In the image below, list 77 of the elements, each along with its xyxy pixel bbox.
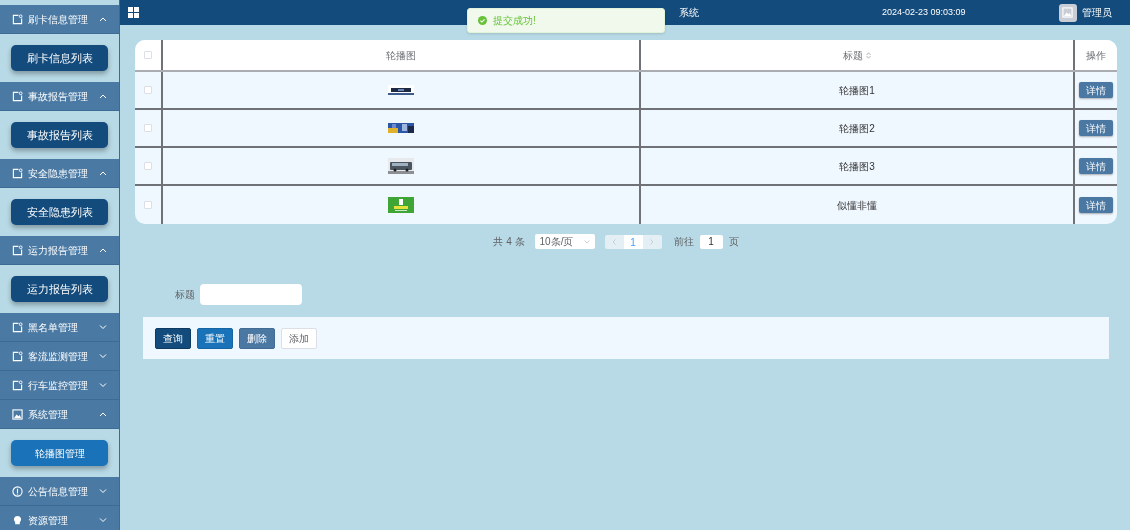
table-cell-text: 轮播图3	[839, 159, 875, 174]
sidebar-group[interactable]: 客流监测管理	[0, 342, 119, 371]
sort-icon[interactable]	[866, 51, 871, 59]
toast-message: 提交成功!	[493, 14, 536, 28]
chevron-up-icon	[99, 170, 107, 176]
sidebar-group[interactable]: 黑名单管理	[0, 313, 119, 342]
edit-icon	[12, 90, 23, 102]
column-header: 操作	[1086, 48, 1106, 63]
sidebar-group[interactable]: 安全隐患管理	[0, 159, 119, 188]
table-cell-text: 轮播图2	[839, 121, 875, 136]
add-button[interactable]: 添加	[281, 327, 317, 349]
total-count: 共 4 条	[493, 235, 525, 249]
submenu-item[interactable]: 事故报告列表	[11, 122, 108, 148]
prev-page-button[interactable]	[604, 234, 624, 249]
info-icon	[12, 485, 23, 497]
goto-page-field[interactable]: 1	[699, 234, 723, 249]
checkbox[interactable]	[144, 201, 152, 209]
detail-button[interactable]: 详情	[1079, 82, 1113, 98]
username: 管理员	[1081, 6, 1112, 20]
edit-icon	[12, 13, 23, 25]
edit-icon	[12, 379, 23, 391]
sidebar-group[interactable]: 公告信息管理	[0, 477, 119, 506]
edit-icon	[12, 244, 23, 256]
reset-button[interactable]: 重置	[197, 327, 233, 349]
column-header[interactable]: 标题	[843, 47, 863, 63]
chevron-left-icon	[612, 238, 617, 245]
sidebar-group[interactable]: 资源管理	[0, 506, 119, 530]
sidebar-group[interactable]: 刷卡信息管理	[0, 5, 119, 34]
goto-label: 前往	[673, 235, 694, 249]
title-label: 标题	[175, 288, 195, 302]
submenu-item[interactable]: 安全隐患列表	[11, 199, 108, 225]
caret-icon	[583, 239, 590, 244]
table-cell-text: 轮播图1	[839, 83, 875, 98]
bulb-icon	[12, 514, 23, 526]
chevron-down-icon	[99, 353, 107, 359]
chevron-down-icon	[99, 488, 107, 494]
chevron-up-icon	[99, 247, 107, 253]
delete-button[interactable]: 删除	[239, 327, 275, 349]
chevron-down-icon	[99, 382, 107, 388]
checkbox[interactable]	[144, 162, 152, 170]
chevron-down-icon	[99, 517, 107, 523]
sidebar-group[interactable]: 事故报告管理	[0, 82, 119, 111]
title-input-field[interactable]	[200, 284, 302, 305]
detail-button[interactable]: 详情	[1079, 120, 1113, 136]
edit-icon	[12, 321, 23, 333]
chevron-up-icon	[99, 411, 107, 417]
submenu-item[interactable]: 运力报告列表	[11, 276, 108, 302]
datetime: 2024-02-23 09:03:09	[882, 5, 966, 19]
edit-icon	[12, 167, 23, 179]
submenu-item[interactable]: 轮播图管理	[11, 440, 108, 466]
column-header: 轮播图	[386, 48, 416, 63]
page-size-select[interactable]: 10条/页	[534, 234, 595, 249]
sidebar-group[interactable]: 系统管理	[0, 400, 119, 429]
sidebar-group[interactable]: 行车监控管理	[0, 371, 119, 400]
chevron-up-icon	[99, 93, 107, 99]
image-icon	[1062, 7, 1074, 18]
check-circle-icon	[478, 16, 487, 25]
chevron-down-icon	[99, 324, 107, 330]
grid-icon[interactable]	[128, 7, 139, 18]
page-button[interactable]: 1	[623, 234, 643, 249]
detail-button[interactable]: 详情	[1079, 197, 1113, 213]
image-icon	[12, 408, 23, 420]
checkbox[interactable]	[144, 86, 152, 94]
system-title: 系统	[679, 6, 699, 20]
checkbox[interactable]	[144, 124, 152, 132]
chevron-up-icon	[99, 16, 107, 22]
avatar[interactable]	[1058, 3, 1077, 22]
submenu-item[interactable]: 刷卡信息列表	[11, 45, 108, 71]
chevron-right-icon	[650, 238, 655, 245]
next-page-button[interactable]	[642, 234, 662, 249]
goto-suffix: 页	[728, 235, 739, 249]
query-button[interactable]: 查询	[155, 327, 191, 349]
table-cell-text: 似懂非懂	[837, 198, 877, 213]
checkbox[interactable]	[144, 51, 152, 59]
sidebar-group[interactable]: 运力报告管理	[0, 236, 119, 265]
edit-icon	[12, 350, 23, 362]
detail-button[interactable]: 详情	[1079, 158, 1113, 174]
